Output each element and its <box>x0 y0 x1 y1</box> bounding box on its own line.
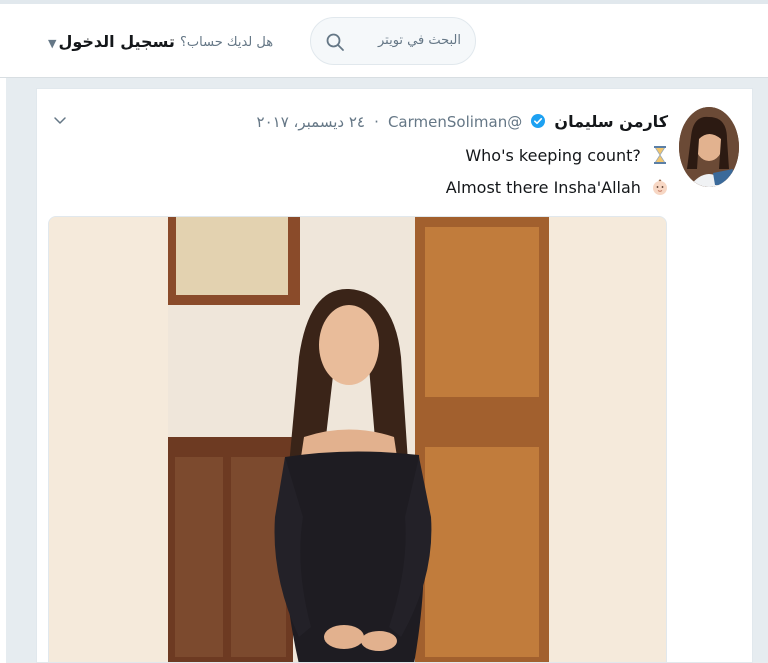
tweet-line-1-text: Who's keeping count? <box>465 146 641 165</box>
login-dropdown[interactable]: تسجيل الدخول▼ <box>48 32 175 51</box>
search-icon[interactable] <box>325 32 345 52</box>
baby-face-icon <box>653 179 667 195</box>
tweet-line-1: Who's keeping count? <box>268 140 668 172</box>
top-navigation-bar: تسجيل الدخول▼ هل لديك حساب؟ البحث في توي… <box>0 0 768 78</box>
search-box[interactable]: البحث في تويتر <box>310 17 476 65</box>
tweet-author-line: كارمن سليمان @CarmenSoliman · ٢٤ ديسمبر،… <box>257 112 668 131</box>
tweet-media-image[interactable] <box>48 216 667 663</box>
search-placeholder: البحث في تويتر <box>377 33 461 48</box>
tweet-line-2: Almost there Insha'Allah <box>268 172 668 204</box>
chevron-down-icon[interactable] <box>52 112 68 128</box>
dot-separator: · <box>374 113 379 131</box>
avatar[interactable] <box>679 107 739 187</box>
verified-badge-icon <box>531 114 546 128</box>
author-handle[interactable]: @CarmenSoliman <box>388 113 522 131</box>
hourglass-icon <box>654 146 666 164</box>
author-name[interactable]: كارمن سليمان <box>554 112 668 131</box>
dropdown-caret-icon: ▼ <box>48 37 57 50</box>
left-gutter <box>0 78 6 663</box>
login-label: تسجيل الدخول <box>58 32 175 51</box>
have-account-text: هل لديك حساب؟ <box>180 35 274 50</box>
tweet-line-2-text: Almost there Insha'Allah <box>445 178 641 197</box>
top-divider <box>0 0 768 4</box>
tweet-text: Who's keeping count? Almost there Insha'… <box>268 140 668 204</box>
tweet-date[interactable]: ٢٤ ديسمبر، ٢٠١٧ <box>257 113 365 131</box>
